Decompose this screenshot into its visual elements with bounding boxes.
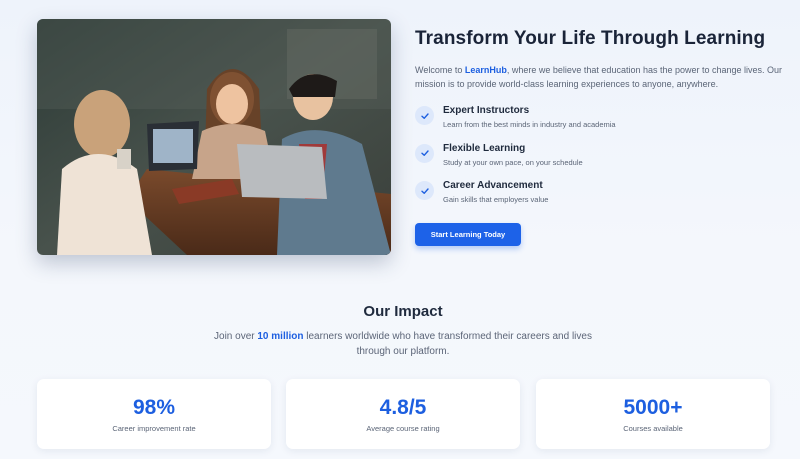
- hero-title: Transform Your Life Through Learning: [415, 28, 766, 49]
- students-photo: [37, 19, 391, 255]
- feature-title: Career Advancement: [443, 180, 543, 191]
- check-icon: [415, 143, 434, 163]
- stat-card: 5000+ Courses available: [536, 379, 770, 449]
- check-icon: [415, 181, 434, 200]
- feature-item: Career Advancement Gain skills that empl…: [415, 180, 785, 218]
- hero-image: [37, 19, 391, 255]
- impact-desc-prefix: Join over: [214, 331, 258, 342]
- check-icon: [415, 106, 434, 125]
- feature-description: Gain skills that employers value: [443, 195, 549, 204]
- feature-description: Study at your own pace, on your schedule: [443, 157, 583, 167]
- stat-value: 4.8/5: [379, 396, 427, 419]
- impact-desc-suffix: learners worldwide who have transformed …: [303, 331, 592, 357]
- stat-label: Career improvement rate: [112, 424, 196, 433]
- feature-title: Flexible Learning: [443, 142, 526, 154]
- desc-prefix: Welcome to: [415, 65, 465, 75]
- feature-list: Expert Instructors Learn from the best m…: [415, 105, 785, 218]
- hero-text: Transform Your Life Through Learning Wel…: [415, 28, 785, 218]
- stat-label: Average course rating: [366, 424, 440, 433]
- stat-value: 98%: [132, 396, 176, 419]
- brand-name: LearnHub: [464, 65, 507, 75]
- stat-value: 5000+: [623, 396, 683, 419]
- feature-item: Flexible Learning Study at your own pace…: [415, 143, 785, 181]
- feature-title: Expert Instructors: [443, 105, 530, 116]
- impact-description: Join over 10 million learners worldwide …: [213, 329, 593, 359]
- stat-label: Courses available: [623, 424, 683, 433]
- impact-highlight: 10 million: [257, 331, 304, 342]
- hero-description: Welcome to LearnHub, where we believe th…: [415, 63, 785, 91]
- start-learning-button[interactable]: Start Learning Today: [415, 223, 521, 246]
- stat-card: 98% Career improvement rate: [37, 379, 271, 449]
- stat-card: 4.8/5 Average course rating: [286, 379, 520, 449]
- feature-description: Learn from the best minds in industry an…: [443, 120, 616, 129]
- feature-item: Expert Instructors Learn from the best m…: [415, 105, 785, 143]
- impact-title: Our Impact: [363, 303, 443, 320]
